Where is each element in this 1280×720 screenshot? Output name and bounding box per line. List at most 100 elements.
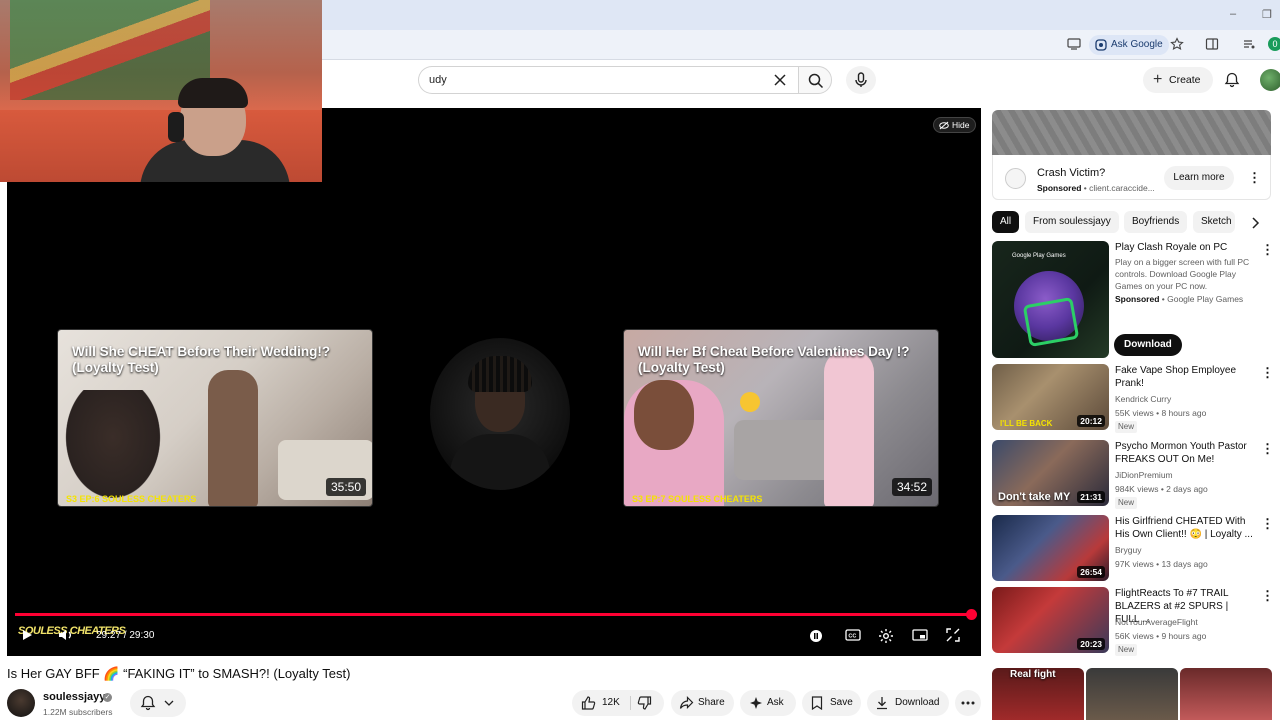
video-channel[interactable]: Bryguy [1115,544,1141,556]
play-button[interactable] [20,628,36,644]
verified-check-icon: ✓ [103,693,112,702]
google-play-logo [1022,296,1080,348]
endcard-episode-badge: S3 EP:6 SOULESS CHEATERS [66,494,197,504]
endcard-person-figure [58,390,168,506]
sponsored-download-button[interactable]: Download [1114,334,1182,356]
video-menu-icon[interactable]: ⋮ [1261,588,1274,604]
learn-more-button[interactable]: Learn more [1164,166,1234,190]
endcard-title: Will Her Bf Cheat Before Valentines Day … [638,344,910,375]
ask-button[interactable]: Ask [740,690,796,716]
video-channel[interactable]: JiDionPremium [1115,469,1173,481]
chip-boyfriends[interactable]: Boyfriends [1124,211,1188,233]
autoplay-pause-icon [810,630,822,642]
endscreen-video-card[interactable]: Will She CHEAT Before Their Wedding!? (L… [57,329,373,507]
chip-sketch[interactable]: Sketch [1193,211,1235,233]
download-button[interactable]: Download [867,690,949,716]
create-button[interactable]: + Create [1143,67,1213,93]
ad-menu-icon[interactable]: ⋮ [1248,170,1261,186]
progress-bar[interactable] [15,609,978,620]
volume-button[interactable] [58,628,74,644]
sponsored-thumbnail[interactable]: Google Play Games [992,241,1109,358]
video-menu-icon[interactable]: ⋮ [1261,516,1274,532]
autoplay-toggle[interactable] [808,628,824,644]
video-menu-icon[interactable]: ⋮ [1261,441,1274,457]
fullscreen-button[interactable] [946,628,962,644]
new-badge: New [1115,644,1138,656]
chip-all[interactable]: All [992,211,1020,233]
short-thumbnail[interactable] [1086,668,1178,720]
more-actions-button[interactable] [955,690,981,716]
video-menu-icon[interactable]: ⋮ [1261,365,1274,381]
browser-profile-icon[interactable]: 0 [1268,37,1280,51]
ad-banner-image[interactable] [992,110,1271,155]
short-thumbnail[interactable] [1180,668,1272,720]
sponsored-label: Sponsored [1115,294,1160,304]
chip-from-channel[interactable]: From soulessjayy [1025,211,1119,233]
settings-button[interactable] [878,628,894,644]
short-caption: Real fight [1010,669,1056,680]
search-button[interactable] [798,66,832,94]
lens-icon [1095,39,1107,51]
video-channel[interactable]: NotYourAverageFlight [1115,616,1198,628]
short-thumbnail[interactable]: Real fight [992,668,1084,720]
sponsor-name: • Google Play Games [1159,294,1244,304]
gear-icon [879,629,893,643]
miniplayer-icon [912,629,928,641]
notifications-bell-icon[interactable] [1224,72,1240,88]
bookmark-star-icon[interactable] [1169,37,1185,53]
sparkle-icon [750,697,762,709]
video-duration: 20:23 [1077,638,1105,650]
video-title-link[interactable]: Psycho Mormon Youth Pastor FREAKS OUT On… [1115,440,1255,466]
endscreen-video-card[interactable]: Will Her Bf Cheat Before Valentines Day … [623,329,939,507]
endcard-person-figure [634,380,694,450]
create-label: Create [1169,74,1201,86]
sponsored-menu-icon[interactable]: ⋮ [1261,242,1274,258]
ad-title[interactable]: Crash Victim? [1037,167,1105,179]
thumbs-down-icon[interactable] [637,696,652,710]
chevron-right-icon[interactable] [1248,216,1262,230]
clear-search-icon[interactable] [772,72,788,88]
voice-search-button[interactable] [846,66,876,94]
search-input[interactable]: udy [418,66,798,94]
video-thumbnail[interactable]: Don't take MY 21:31 [992,440,1109,506]
more-horizontal-icon [961,701,975,705]
subtitles-button[interactable]: CC [845,628,861,644]
channel-name[interactable]: soulessjayy [43,691,105,703]
thumbs-up-icon[interactable] [581,696,596,710]
channel-avatar[interactable] [7,689,35,717]
advertiser-logo[interactable] [1005,168,1026,189]
video-channel[interactable]: Kendrick Curry [1115,393,1171,405]
share-button[interactable]: Share [671,690,734,716]
thumbnail-caption: I'LL BE BACK [1000,419,1053,428]
ask-google-button[interactable]: Ask Google [1089,35,1169,55]
minimize-button[interactable]: – [1230,8,1236,20]
closed-captions-icon: CC [845,629,861,641]
side-panel-icon[interactable] [1204,37,1220,53]
video-thumbnail[interactable]: 26:54 [992,515,1109,581]
eye-slash-icon [939,121,949,130]
video-thumbnail[interactable]: 20:23 [992,587,1109,653]
like-count[interactable]: 12K [602,697,620,708]
video-views-age: 984K views • 2 days ago [1115,484,1208,494]
chevron-down-icon [164,700,174,706]
install-app-icon[interactable] [1066,37,1082,53]
endcard-episode-badge: S3 EP:7 SOULESS CHEATERS [632,494,763,504]
subscribed-notifications-button[interactable] [130,689,186,717]
sponsored-title[interactable]: Play Clash Royale on PC [1115,241,1255,254]
microphone-icon [855,72,867,87]
search-icon [808,73,824,89]
endscreen-channel-subscribe[interactable] [430,338,570,490]
video-views-age: 55K views • 8 hours ago [1115,408,1207,418]
ad-domain: client.caraccide... [1089,183,1155,193]
account-avatar[interactable] [1260,69,1280,91]
video-title-link[interactable]: His Girlfriend CHEATED With His Own Clie… [1115,515,1255,541]
hide-endscreen-button[interactable]: Hide [933,117,977,133]
progress-scrubber-handle[interactable] [966,609,978,620]
miniplayer-button[interactable] [912,628,928,644]
video-title-link[interactable]: Fake Vape Shop Employee Prank! [1115,364,1255,390]
media-controls-icon[interactable] [1241,37,1257,53]
video-thumbnail[interactable]: I'LL BE BACK 20:12 [992,364,1109,430]
restore-button[interactable]: ❐ [1262,8,1272,21]
save-button[interactable]: Save [802,690,861,716]
wall-flag [10,0,210,100]
